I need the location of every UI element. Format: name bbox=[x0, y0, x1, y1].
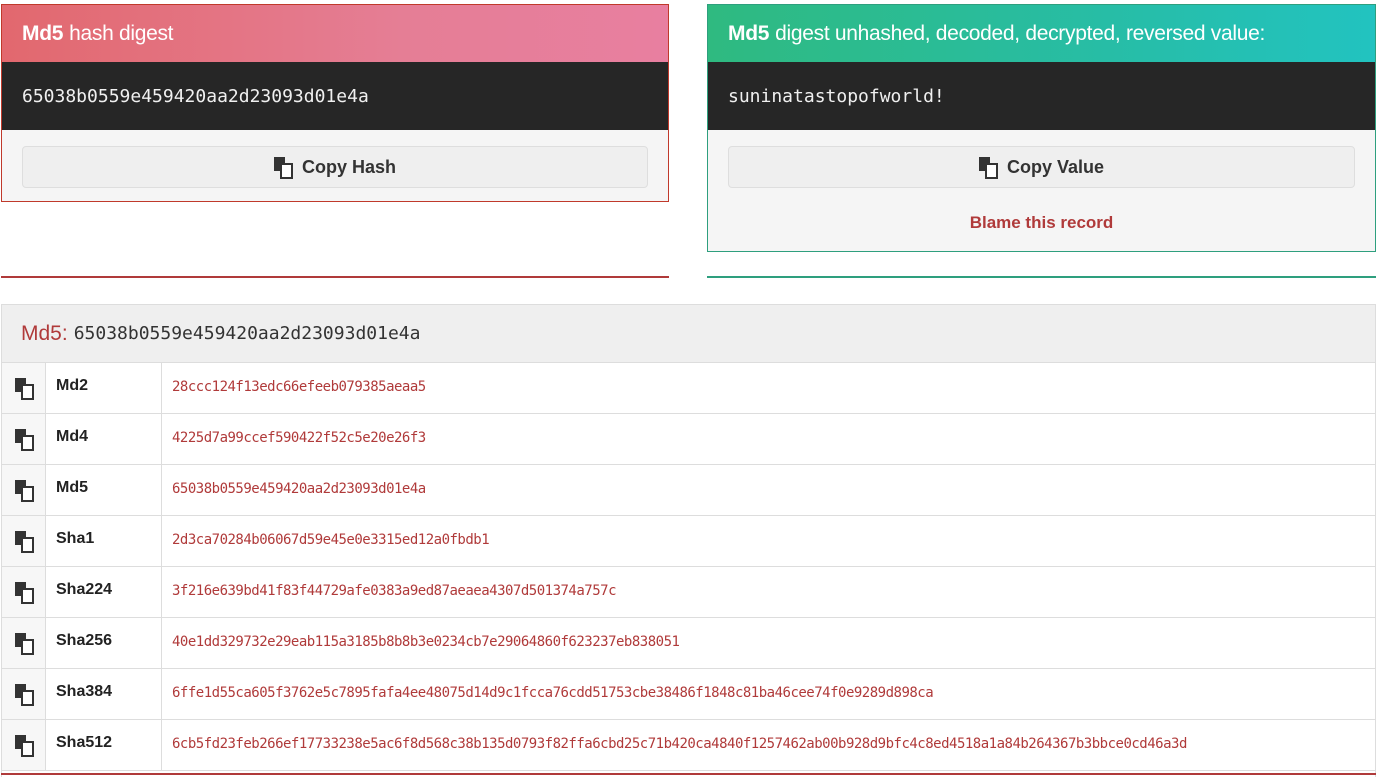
copy-row-button[interactable] bbox=[2, 363, 46, 413]
hash-value[interactable]: 6ffe1d55ca605f3762e5c7895fafa4ee48075d14… bbox=[162, 669, 1375, 719]
table-row: Md2 28ccc124f13edc66efeeb079385aeaa5 bbox=[2, 363, 1375, 414]
decrypted-value-header: Md5 digest unhashed, decoded, decrypted,… bbox=[708, 5, 1375, 62]
table-row: Sha224 3f216e639bd41f83f44729afe0383a9ed… bbox=[2, 567, 1375, 618]
algorithm-name: Sha384 bbox=[46, 669, 162, 719]
header-title: hash digest bbox=[69, 21, 174, 45]
hash-value[interactable]: 6cb5fd23feb266ef17733238e5ac6f8d568c38b1… bbox=[162, 720, 1375, 770]
hash-value[interactable]: 28ccc124f13edc66efeeb079385aeaa5 bbox=[162, 363, 1375, 413]
copy-row-button[interactable] bbox=[2, 516, 46, 566]
hash-value[interactable]: 40e1dd329732e29eab115a3185b8b8b3e0234cb7… bbox=[162, 618, 1375, 668]
copy-row-button[interactable] bbox=[2, 720, 46, 770]
table-row: Sha512 6cb5fd23feb266ef17733238e5ac6f8d5… bbox=[2, 720, 1375, 771]
table-row: Sha384 6ffe1d55ca605f3762e5c7895fafa4ee4… bbox=[2, 669, 1375, 720]
copy-icon bbox=[14, 633, 34, 655]
hash-digest-card: Md5 hash digest 65038b0559e459420aa2d230… bbox=[1, 4, 669, 202]
hash-value[interactable]: 2d3ca70284b06067d59e45e0e3315ed12a0fbdb1 bbox=[162, 516, 1375, 566]
copy-icon bbox=[273, 157, 293, 179]
copy-hash-label: Copy Hash bbox=[301, 156, 397, 177]
blame-record-link[interactable]: Blame this record bbox=[708, 213, 1375, 233]
copy-value-label: Copy Value bbox=[1006, 156, 1105, 177]
header-title: digest unhashed, decoded, decrypted, rev… bbox=[775, 21, 1266, 45]
table-row: Sha1 2d3ca70284b06067d59e45e0e3315ed12a0… bbox=[2, 516, 1375, 567]
divider-left bbox=[1, 276, 669, 278]
algorithm-name: Md5 bbox=[46, 465, 162, 515]
decrypted-value-display[interactable]: suninatastopofworld! bbox=[708, 62, 1375, 130]
table-row: Md4 4225d7a99ccef590422f52c5e20e26f3 bbox=[2, 414, 1375, 465]
copy-row-button[interactable] bbox=[2, 618, 46, 668]
copy-row-button[interactable] bbox=[2, 414, 46, 464]
algorithm-name: Sha1 bbox=[46, 516, 162, 566]
copy-hash-button[interactable]: Copy Hash bbox=[22, 146, 648, 188]
hash-digest-header: Md5 hash digest bbox=[2, 5, 668, 62]
copy-icon bbox=[14, 429, 34, 451]
hash-value[interactable]: 3f216e639bd41f83f44729afe0383a9ed87aeaea… bbox=[162, 567, 1375, 617]
divider-right bbox=[707, 276, 1376, 278]
algorithm-name: Sha256 bbox=[46, 618, 162, 668]
header-algo: Md5 bbox=[728, 21, 770, 45]
copy-row-button[interactable] bbox=[2, 669, 46, 719]
copy-icon bbox=[14, 684, 34, 706]
header-algo: Md5 bbox=[22, 21, 64, 45]
copy-value-button[interactable]: Copy Value bbox=[728, 146, 1355, 188]
hash-value[interactable]: 65038b0559e459420aa2d23093d01e4a bbox=[162, 465, 1375, 515]
hash-table-header: Md5: 65038b0559e459420aa2d23093d01e4a bbox=[2, 305, 1375, 363]
page: Md5 hash digest 65038b0559e459420aa2d230… bbox=[0, 0, 1382, 777]
copy-icon bbox=[14, 531, 34, 553]
table-bottom-border bbox=[1, 773, 1376, 775]
table-row: Sha256 40e1dd329732e29eab115a3185b8b8b3e… bbox=[2, 618, 1375, 669]
copy-icon bbox=[14, 480, 34, 502]
copy-row-button[interactable] bbox=[2, 465, 46, 515]
copy-icon bbox=[14, 735, 34, 757]
copy-icon bbox=[14, 582, 34, 604]
hash-value[interactable]: 4225d7a99ccef590422f52c5e20e26f3 bbox=[162, 414, 1375, 464]
copy-icon bbox=[14, 378, 34, 400]
copy-row-button[interactable] bbox=[2, 567, 46, 617]
algorithm-name: Md4 bbox=[46, 414, 162, 464]
decrypted-value-card: Md5 digest unhashed, decoded, decrypted,… bbox=[707, 4, 1376, 252]
table-header-value: 65038b0559e459420aa2d23093d01e4a bbox=[73, 323, 421, 344]
algorithm-name: Sha512 bbox=[46, 720, 162, 770]
hash-value-display[interactable]: 65038b0559e459420aa2d23093d01e4a bbox=[2, 62, 668, 130]
table-header-label: Md5: bbox=[21, 321, 68, 345]
hash-table: Md5: 65038b0559e459420aa2d23093d01e4a Md… bbox=[1, 304, 1376, 777]
copy-icon bbox=[978, 157, 998, 179]
algorithm-name: Sha224 bbox=[46, 567, 162, 617]
algorithm-name: Md2 bbox=[46, 363, 162, 413]
table-row: Md5 65038b0559e459420aa2d23093d01e4a bbox=[2, 465, 1375, 516]
